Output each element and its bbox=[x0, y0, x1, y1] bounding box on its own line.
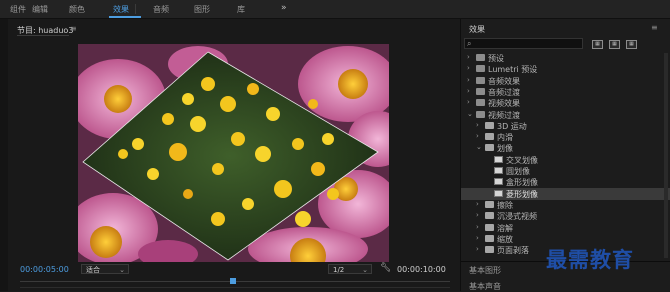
folder-icon bbox=[476, 87, 485, 95]
32bit-effects-icon[interactable]: ▦ bbox=[609, 40, 620, 49]
zoom-fit-dropdown[interactable]: 适合 ⌄ bbox=[81, 264, 129, 274]
playback-resolution-dropdown[interactable]: 1/2 ⌄ bbox=[328, 264, 372, 274]
chevron-down-icon: ⌄ bbox=[362, 266, 368, 274]
zoom-scrollbar[interactable] bbox=[20, 287, 450, 288]
effects-search-input[interactable]: ⌕ bbox=[464, 38, 583, 49]
tree-folder-item[interactable]: › 擦除 bbox=[461, 199, 670, 211]
watermark-logo: 最需教育 bbox=[546, 247, 634, 272]
zoom-fit-value: 适合 bbox=[86, 266, 100, 274]
tree-item-label: 页面剥落 bbox=[497, 246, 529, 256]
folder-icon bbox=[485, 133, 494, 141]
workspace-tab-graphics[interactable]: 图形 bbox=[194, 4, 210, 15]
folder-icon bbox=[485, 234, 494, 242]
tree-folder-item[interactable]: › 3D 运动 bbox=[461, 120, 670, 132]
tree-folder-item[interactable]: ⌄ 划像 bbox=[461, 142, 670, 154]
effect-item[interactable]: 交叉划像 bbox=[461, 154, 670, 166]
panel-menu-icon[interactable]: ≡ bbox=[651, 23, 658, 32]
chevron-down-icon[interactable]: ⌄ bbox=[476, 143, 482, 151]
tree-folder-item[interactable]: › 视频效果 bbox=[461, 97, 670, 109]
folder-icon bbox=[476, 76, 485, 84]
tree-folder-item[interactable]: ⌄ 视频过渡 bbox=[461, 109, 670, 121]
workspace-tab-color[interactable]: 颜色 bbox=[69, 4, 85, 15]
folder-icon bbox=[485, 212, 494, 220]
active-tab-indicator bbox=[109, 16, 141, 18]
workspace-bar: 组件 编辑 颜色 效果 音频 图形 库 » bbox=[0, 0, 670, 19]
transition-icon bbox=[494, 155, 503, 163]
chevron-right-icon[interactable]: › bbox=[476, 234, 479, 242]
effects-panel-title[interactable]: 效果 bbox=[469, 24, 485, 35]
current-timecode[interactable]: 00:00:05:00 bbox=[20, 265, 69, 274]
tree-folder-item[interactable]: › Lumetri 预设 bbox=[461, 63, 670, 75]
folder-icon bbox=[485, 223, 494, 231]
chevron-right-icon[interactable]: › bbox=[467, 87, 470, 95]
effects-scrollbar[interactable] bbox=[664, 53, 668, 258]
workspace-tab-effects[interactable]: 效果 bbox=[113, 4, 129, 15]
folder-icon bbox=[476, 65, 485, 73]
folder-icon bbox=[485, 246, 494, 254]
tab-menu-separator bbox=[135, 4, 136, 14]
chevron-right-icon[interactable]: › bbox=[467, 76, 470, 84]
folder-icon bbox=[476, 110, 485, 118]
chevron-right-icon[interactable]: › bbox=[476, 121, 479, 129]
folder-icon bbox=[476, 54, 485, 61]
folder-icon bbox=[485, 200, 494, 208]
chevron-down-icon[interactable]: ⌄ bbox=[467, 110, 473, 118]
flower-frame-image bbox=[78, 44, 389, 262]
tree-folder-item[interactable]: › 沉浸式视频 bbox=[461, 210, 670, 222]
workspace-tab-editing[interactable]: 编辑 bbox=[32, 4, 48, 15]
panel-menu-icon[interactable]: ≡ bbox=[70, 24, 77, 33]
chevron-right-icon[interactable]: › bbox=[476, 200, 479, 208]
resolution-value: 1/2 bbox=[333, 266, 345, 274]
wrench-icon[interactable]: 🔧︎ bbox=[380, 263, 391, 273]
playhead-marker[interactable] bbox=[230, 278, 236, 284]
workspace-tab-audio[interactable]: 音频 bbox=[153, 4, 169, 15]
transition-icon bbox=[494, 178, 503, 186]
chevron-right-icon[interactable]: › bbox=[467, 53, 470, 61]
duration-timecode: 00:00:10:00 bbox=[397, 265, 446, 274]
tree-folder-item[interactable]: › 缩放 bbox=[461, 233, 670, 245]
panel-tab-underline bbox=[17, 35, 69, 36]
chevron-right-icon[interactable]: › bbox=[476, 132, 479, 140]
chevron-right-icon[interactable]: › bbox=[476, 223, 479, 231]
more-workspaces-button[interactable]: » bbox=[281, 3, 287, 13]
effect-item[interactable]: 盒形划像 bbox=[461, 176, 670, 188]
folder-icon bbox=[485, 121, 494, 129]
chevron-right-icon[interactable]: › bbox=[476, 211, 479, 219]
chevron-right-icon[interactable]: › bbox=[467, 98, 470, 106]
folder-icon bbox=[476, 99, 485, 107]
transition-icon bbox=[494, 167, 503, 174]
effect-item[interactable]: 圆划像 bbox=[461, 165, 670, 177]
transition-icon bbox=[494, 189, 503, 197]
chevron-right-icon[interactable]: › bbox=[467, 64, 470, 72]
left-panel-edge bbox=[0, 19, 8, 291]
chevron-down-icon: ⌄ bbox=[119, 266, 125, 274]
effect-item[interactable]: 菱形划像 bbox=[461, 187, 670, 200]
essential-sound-tab[interactable]: 基本声音 bbox=[469, 281, 501, 292]
workspace-tab-assembly[interactable]: 组件 bbox=[10, 4, 26, 15]
yuv-effects-icon[interactable]: ▦ bbox=[626, 40, 637, 49]
chevron-right-icon[interactable]: › bbox=[476, 245, 479, 253]
tree-folder-item[interactable]: › 音频效果 bbox=[461, 75, 670, 87]
accelerated-effects-icon[interactable]: ▦ bbox=[592, 40, 603, 49]
search-icon: ⌕ bbox=[467, 39, 472, 48]
folder-icon bbox=[485, 144, 494, 152]
video-preview[interactable] bbox=[78, 44, 389, 262]
essential-graphics-tab[interactable]: 基本图形 bbox=[469, 265, 501, 276]
tree-folder-item[interactable]: › 预设 bbox=[461, 52, 670, 64]
tree-folder-item[interactable]: › 音频过渡 bbox=[461, 86, 670, 98]
program-monitor: 节目: huaduo3 ≡ 00:00:05:00 适合 ⌄ 1/2 ⌄ 🔧︎ … bbox=[8, 19, 461, 291]
tree-folder-item[interactable]: › 溶解 bbox=[461, 222, 670, 234]
tree-folder-item[interactable]: › 内滑 bbox=[461, 131, 670, 143]
workspace-tab-libraries[interactable]: 库 bbox=[237, 4, 245, 15]
